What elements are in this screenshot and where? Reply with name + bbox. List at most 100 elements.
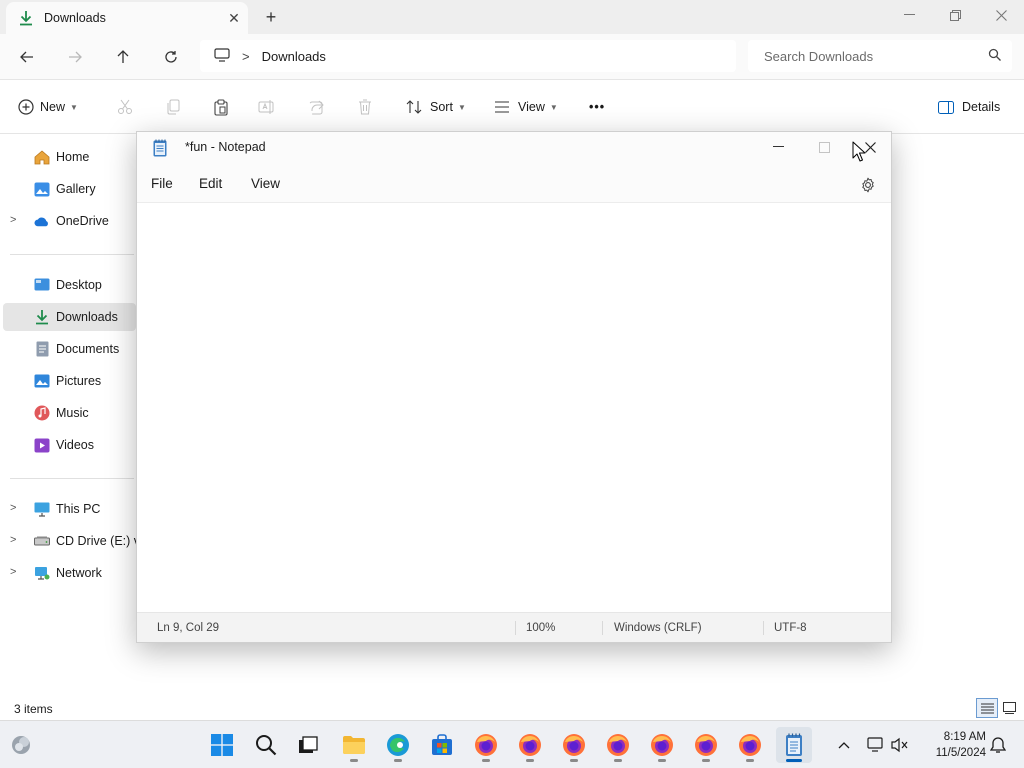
address-bar: > Downloads Search Downloads <box>0 34 1024 80</box>
minimize-button[interactable] <box>886 0 932 30</box>
folder-icon <box>343 736 365 754</box>
nav-divider <box>10 254 134 255</box>
nav-label: Pictures <box>56 374 102 388</box>
delete-button[interactable] <box>352 94 378 120</box>
firefox-taskbar-button-6[interactable] <box>688 727 724 763</box>
firefox-taskbar-button-5[interactable] <box>644 727 680 763</box>
sort-icon <box>406 100 422 114</box>
zoom-level[interactable]: 100% <box>526 622 555 634</box>
notepad-maximize-button[interactable] <box>801 132 847 162</box>
start-button[interactable] <box>204 727 240 763</box>
tab-downloads[interactable]: Downloads ✕ <box>6 2 248 34</box>
breadcrumb-downloads[interactable]: Downloads <box>262 49 326 64</box>
explorer-window-controls <box>886 0 1024 32</box>
paste-button[interactable] <box>208 94 234 120</box>
refresh-button[interactable] <box>156 42 186 72</box>
store-taskbar-button[interactable] <box>424 727 460 763</box>
running-indicator <box>482 759 490 762</box>
widgets-button[interactable] <box>4 727 40 763</box>
nav-item-downloads[interactable]: Downloads <box>3 303 136 331</box>
tab-label: Downloads <box>44 11 106 25</box>
share-icon <box>309 100 324 115</box>
cut-button[interactable] <box>112 94 138 120</box>
onedrive-icon <box>34 213 50 229</box>
search-icon <box>988 48 1002 65</box>
address-path[interactable]: > Downloads <box>200 40 736 72</box>
nav-label: CD Drive (E:) vir <box>56 534 136 548</box>
firefox-icon <box>475 734 497 756</box>
copy-button[interactable] <box>160 94 186 120</box>
task-view-button[interactable] <box>290 727 326 763</box>
videos-icon <box>34 437 50 453</box>
chevron-down-icon: ▼ <box>70 102 78 112</box>
new-button[interactable]: New ▼ <box>18 94 78 120</box>
tab-close-button[interactable]: ✕ <box>220 4 248 32</box>
nav-item-pictures[interactable]: Pictures <box>0 367 136 395</box>
search-taskbar-button[interactable] <box>248 727 284 763</box>
new-tab-button[interactable]: + <box>258 4 284 30</box>
copy-icon <box>167 99 180 115</box>
nav-item-network[interactable]: Network <box>0 559 136 587</box>
sort-label: Sort <box>430 100 453 114</box>
nav-item-desktop[interactable]: Desktop <box>0 271 136 299</box>
maximize-button[interactable] <box>932 0 978 30</box>
network-status-button[interactable] <box>866 735 886 755</box>
running-indicator <box>658 759 666 762</box>
close-button[interactable] <box>978 0 1024 30</box>
firefox-taskbar-button-1[interactable] <box>468 727 504 763</box>
details-view-toggle[interactable] <box>976 698 998 718</box>
running-indicator <box>526 759 534 762</box>
nav-label: Network <box>56 566 102 580</box>
system-clock[interactable]: 8:19 AM 11/5/2024 <box>920 729 986 761</box>
nav-item-home[interactable]: Home <box>0 143 136 171</box>
share-button[interactable] <box>304 94 330 120</box>
nav-item-videos[interactable]: Videos <box>0 431 136 459</box>
up-button[interactable] <box>108 42 138 72</box>
nav-item-gallery[interactable]: Gallery <box>0 175 136 203</box>
notifications-button[interactable] <box>988 735 1008 755</box>
menu-file[interactable]: File <box>151 176 173 191</box>
nav-item-documents[interactable]: Documents <box>0 335 136 363</box>
home-icon <box>34 149 50 165</box>
view-button[interactable]: View ▼ <box>494 94 558 120</box>
nav-item-this-pc[interactable]: This PC <box>0 495 136 523</box>
firefox-taskbar-button-7[interactable] <box>732 727 768 763</box>
see-more-button[interactable]: ••• <box>589 94 605 120</box>
file-explorer-taskbar-button[interactable] <box>336 727 372 763</box>
sort-button[interactable]: Sort ▼ <box>406 94 466 120</box>
status-divider <box>602 621 603 635</box>
details-view-icon <box>980 703 994 713</box>
nav-item-music[interactable]: Music <box>0 399 136 427</box>
firefox-taskbar-button-2[interactable] <box>512 727 548 763</box>
show-hidden-icons-button[interactable] <box>834 735 854 755</box>
volume-button[interactable] <box>890 735 910 755</box>
line-endings[interactable]: Windows (CRLF) <box>614 622 702 634</box>
menu-edit[interactable]: Edit <box>199 176 222 191</box>
firefox-taskbar-button-4[interactable] <box>600 727 636 763</box>
rename-button[interactable] <box>254 94 280 120</box>
nav-item-cd-drive[interactable]: CD Drive (E:) vir <box>0 527 136 555</box>
firefox-taskbar-button-3[interactable] <box>556 727 592 763</box>
notepad-menu-bar: File Edit View <box>137 168 891 200</box>
forward-button[interactable] <box>60 42 90 72</box>
nav-item-onedrive[interactable]: OneDrive <box>0 207 136 235</box>
edge-taskbar-button[interactable] <box>380 727 416 763</box>
status-divider <box>515 621 516 635</box>
large-icons-view-toggle[interactable] <box>998 698 1020 718</box>
notepad-minimize-button[interactable] <box>755 132 801 162</box>
menu-view[interactable]: View <box>251 176 280 191</box>
details-label: Details <box>962 100 1001 114</box>
search-input[interactable]: Search Downloads <box>748 40 1012 72</box>
active-indicator <box>786 759 802 762</box>
network-monitor-icon <box>867 737 883 752</box>
nav-label: Home <box>56 150 90 164</box>
text-encoding[interactable]: UTF-8 <box>774 622 807 634</box>
notepad-taskbar-button[interactable] <box>776 727 812 763</box>
details-button[interactable]: Details <box>938 94 1000 120</box>
notepad-text-area[interactable] <box>137 202 891 612</box>
network-icon <box>34 565 50 581</box>
settings-button[interactable] <box>857 174 879 196</box>
explorer-status-bar: 3 items <box>0 696 1024 720</box>
nav-divider <box>10 478 134 479</box>
back-button[interactable] <box>12 42 42 72</box>
